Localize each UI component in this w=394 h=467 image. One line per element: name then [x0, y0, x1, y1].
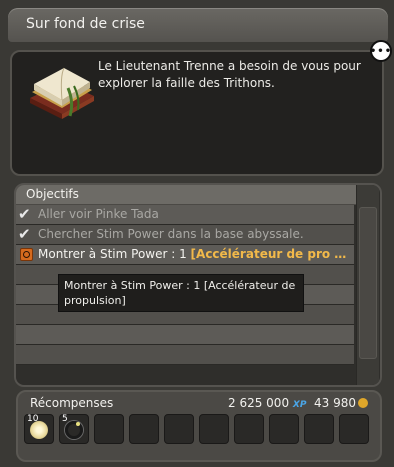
objective-text: Montrer à Stim Power : 1 [38, 247, 191, 261]
empty-reward-slot [199, 414, 229, 444]
kamas-icon [358, 398, 368, 408]
locate-target-icon[interactable] [20, 248, 33, 261]
kamas-value: 43 980 [314, 396, 356, 410]
objectives-title: Objectifs [26, 187, 79, 201]
empty-objective-row [16, 345, 354, 365]
window-title: Sur fond de crise [26, 16, 145, 32]
empty-objective-row [16, 325, 354, 345]
xp-tag: XP [292, 400, 307, 410]
objective-row: ✔ Aller voir Pinke Tada [16, 205, 354, 225]
checkmark-icon: ✔ [18, 205, 31, 223]
objective-label: Aller voir Pinke Tada [38, 207, 159, 221]
rewards-title: Récompenses [30, 396, 114, 410]
empty-reward-slot [94, 414, 124, 444]
objective-item-link[interactable]: [Accélérateur de pro … [191, 247, 347, 261]
chat-bubble-icon[interactable]: ••• [370, 40, 392, 62]
xp-value: 2 625 000 [228, 396, 290, 410]
empty-reward-slot [164, 414, 194, 444]
objective-row: ✔ Chercher Stim Power dans la base abyss… [16, 225, 354, 245]
quest-book-icon [30, 67, 94, 119]
objectives-header: Objectifs [16, 185, 356, 205]
objective-label: Chercher Stim Power dans la base abyssal… [38, 227, 304, 241]
objectives-scrollbar[interactable] [356, 185, 379, 385]
reward-slot[interactable]: 5 [59, 414, 89, 444]
item-quantity: 5 [62, 414, 68, 424]
empty-reward-slot [129, 414, 159, 444]
rewards-panel: Récompenses 2 625 000 XP 43 980 10 5 [16, 390, 382, 462]
empty-reward-slot [304, 414, 334, 444]
quest-window: Sur fond de crise Le Lieutenant Trenne a… [0, 0, 394, 467]
empty-reward-slot [339, 414, 369, 444]
empty-reward-slot [234, 414, 264, 444]
objective-label: Montrer à Stim Power : 1 [Accélérateur d… [38, 245, 346, 264]
quest-description-text: Le Lieutenant Trenne a besoin de vous po… [98, 59, 361, 90]
quest-description-box: Le Lieutenant Trenne a besoin de vous po… [10, 50, 384, 176]
kamas-reward: 43 980 [314, 396, 368, 410]
empty-reward-slot [269, 414, 299, 444]
checkmark-icon: ✔ [18, 225, 31, 243]
objective-row-active[interactable]: Montrer à Stim Power : 1 [Accélérateur d… [16, 245, 354, 265]
reward-slot[interactable]: 10 [24, 414, 54, 444]
objective-tooltip: Montrer à Stim Power : 1 [Accélérateur d… [58, 274, 304, 312]
item-quantity: 10 [27, 414, 39, 424]
window-titlebar[interactable]: Sur fond de crise [8, 8, 388, 42]
scrollbar-thumb[interactable] [359, 207, 377, 359]
xp-reward: 2 625 000 XP [228, 396, 306, 410]
